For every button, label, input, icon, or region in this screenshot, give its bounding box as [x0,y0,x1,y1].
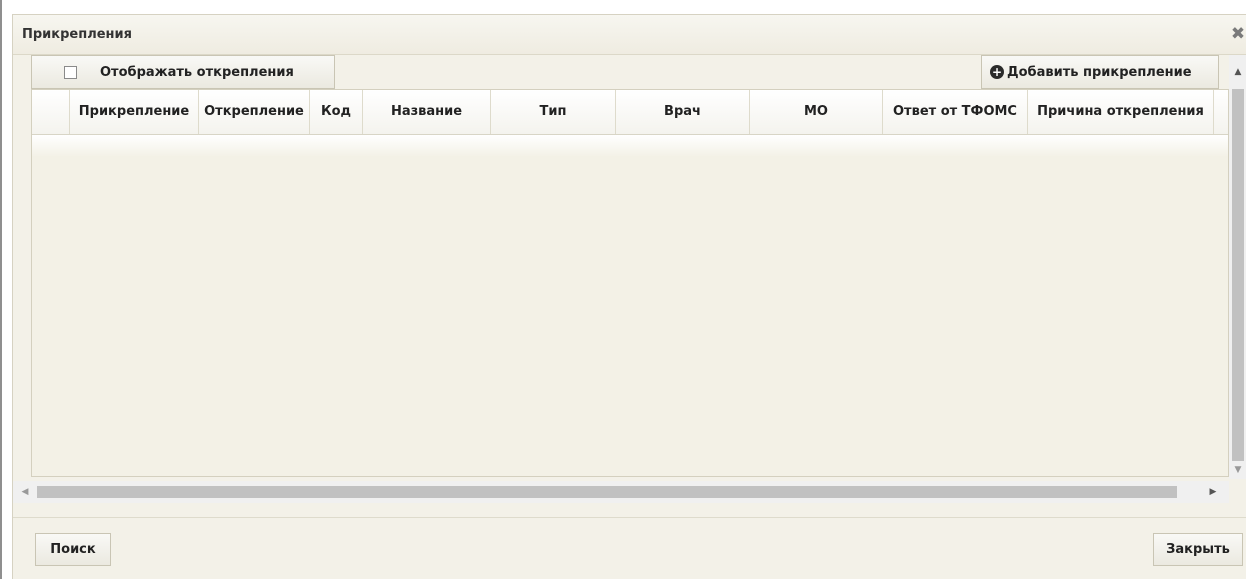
column-header-name[interactable]: Название [363,90,491,134]
horizontal-scroll-thumb[interactable] [37,486,1177,498]
show-detachments-checkbox[interactable] [64,66,77,79]
column-header-detach-reason[interactable]: Причина открепления [1028,90,1214,134]
column-header-detachment[interactable]: Открепление [199,90,310,134]
column-header-code[interactable]: Код [310,90,363,134]
footer-divider [13,517,1246,518]
scroll-left-icon[interactable]: ◀ [17,481,33,503]
dialog-title: Прикрепления [22,27,132,42]
close-icon[interactable]: ✖ [1229,25,1246,43]
scroll-right-icon[interactable]: ▶ [1205,481,1221,503]
add-attachment-label: Добавить прикрепление [1007,65,1192,80]
show-detachments-toggle[interactable]: Отображать открепления [31,55,335,89]
column-header-type[interactable]: Тип [491,90,616,134]
column-header-mo[interactable]: МО [750,90,883,134]
column-header-select[interactable] [32,90,70,134]
dialog-titlebar: Прикрепления ✖ [13,15,1246,55]
plus-circle-icon: + [990,65,1004,79]
scroll-down-icon[interactable]: ▼ [1229,461,1246,479]
vertical-scroll-thumb[interactable] [1232,89,1244,461]
vertical-scrollbar[interactable]: ▲ ▼ [1229,55,1246,479]
grid-header: Прикрепление Открепление Код Название Ти… [32,90,1228,135]
search-button[interactable]: Поиск [35,533,111,566]
grid-body-empty [32,135,1228,476]
window-edge [0,0,2,579]
close-button[interactable]: Закрыть [1153,533,1243,566]
add-attachment-button[interactable]: + Добавить прикрепление [981,55,1219,89]
attachments-grid: Прикрепление Открепление Код Название Ти… [31,89,1229,477]
column-header-tfoms-response[interactable]: Ответ от ТФОМС [883,90,1028,134]
horizontal-scrollbar[interactable]: ◀ ▶ [13,481,1229,503]
column-header-doctor[interactable]: Врач [616,90,750,134]
scroll-up-icon[interactable]: ▲ [1229,55,1246,89]
grid-toolbar: Отображать открепления + Добавить прикре… [31,55,1229,89]
attachments-dialog: Прикрепления ✖ Отображать открепления + … [12,14,1246,579]
show-detachments-label: Отображать открепления [100,65,294,80]
column-header-attachment[interactable]: Прикрепление [70,90,199,134]
